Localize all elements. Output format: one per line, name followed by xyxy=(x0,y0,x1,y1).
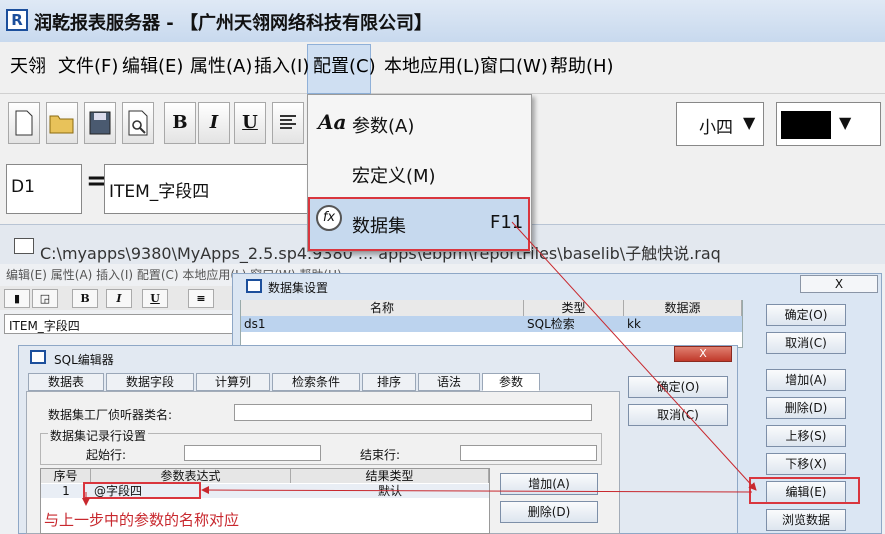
start-row-input[interactable] xyxy=(184,445,321,461)
align-left-icon[interactable] xyxy=(272,102,304,144)
background-formula-input[interactable]: ITEM_字段四 xyxy=(4,314,234,334)
param-type-cell[interactable]: 默认 xyxy=(291,484,489,498)
column-header-source: 数据源 xyxy=(624,300,742,316)
save-icon[interactable] xyxy=(84,102,116,144)
app-logo-icon: R xyxy=(6,9,28,31)
open-folder-icon[interactable] xyxy=(46,102,78,144)
edit-button-highlight xyxy=(749,477,860,504)
font-size-select[interactable]: 小四 ▼ xyxy=(676,102,764,146)
small-underline-button[interactable]: U xyxy=(142,289,168,308)
tab-fields[interactable]: 数据字段 xyxy=(106,373,194,391)
menu-item-macro[interactable]: 宏定义(M) xyxy=(352,162,436,188)
dataset-source-cell[interactable]: kk xyxy=(624,316,742,332)
small-bold-button[interactable]: B xyxy=(72,289,98,308)
delete-dataset-button[interactable]: 删除(D) xyxy=(766,397,846,419)
end-row-label: 结束行: xyxy=(360,448,401,462)
close-icon[interactable]: X xyxy=(800,275,878,293)
tab-sort[interactable]: 排序 xyxy=(362,373,416,391)
delete-param-button[interactable]: 删除(D) xyxy=(500,501,598,523)
add-dataset-button[interactable]: 增加(A) xyxy=(766,369,846,391)
close-icon[interactable]: X xyxy=(674,346,732,362)
column-header-name: 名称 xyxy=(241,300,524,316)
move-up-button[interactable]: 上移(S) xyxy=(766,425,846,447)
small-preview-icon[interactable]: ◲ xyxy=(32,289,58,308)
tab-tables[interactable]: 数据表 xyxy=(28,373,104,391)
menu-config[interactable]: 配置(C) xyxy=(313,52,376,78)
menu-edit[interactable]: 编辑(E) xyxy=(122,52,183,78)
dataset-icon: fx xyxy=(316,205,342,231)
menu-help[interactable]: 帮助(H) xyxy=(550,52,614,78)
italic-button[interactable]: I xyxy=(198,102,230,144)
print-preview-icon[interactable] xyxy=(122,102,154,144)
dialog-logo-icon xyxy=(30,350,46,364)
menu-properties[interactable]: 属性(A) xyxy=(190,52,252,78)
font-size-value: 小四 xyxy=(699,118,733,138)
annotation-note: 与上一步中的参数的名称对应 xyxy=(44,511,240,529)
sql-dialog-title: SQL编辑器 xyxy=(54,353,114,367)
record-settings-label: 数据集记录行设置 xyxy=(48,427,149,444)
param-icon: Aa xyxy=(318,110,347,134)
browse-data-button[interactable]: 浏览数据 xyxy=(766,509,846,531)
column-header-expression: 参数表达式 xyxy=(91,469,291,483)
column-header-type: 类型 xyxy=(524,300,624,316)
menu-local-apps[interactable]: 本地应用(L) xyxy=(384,52,480,78)
end-row-input[interactable] xyxy=(460,445,597,461)
add-param-button[interactable]: 增加(A) xyxy=(500,473,598,495)
sql-ok-button[interactable]: 确定(O) xyxy=(628,376,728,398)
dataset-name-cell[interactable]: ds1 xyxy=(241,316,524,332)
document-icon xyxy=(14,238,34,254)
listener-class-input[interactable] xyxy=(234,404,592,421)
small-italic-button[interactable]: I xyxy=(106,289,132,308)
font-color-select[interactable]: ▼ xyxy=(776,102,881,146)
ok-button[interactable]: 确定(O) xyxy=(766,304,846,326)
menu-insert[interactable]: 插入(I) xyxy=(254,52,309,78)
tab-computed[interactable]: 计算列 xyxy=(196,373,270,391)
underline-button[interactable]: U xyxy=(234,102,266,144)
small-align-icon[interactable]: ≡ xyxy=(188,289,214,308)
dialog-logo-icon xyxy=(246,279,262,293)
param-expression-highlight xyxy=(83,482,201,499)
window-title: 润乾报表服务器 - 【广州天翎网络科技有限公司】 xyxy=(34,13,433,34)
tab-syntax[interactable]: 语法 xyxy=(418,373,480,391)
cell-reference-field[interactable]: D1 xyxy=(6,164,82,214)
chevron-down-icon: ▼ xyxy=(743,113,756,132)
tab-conditions[interactable]: 检索条件 xyxy=(272,373,360,391)
menu-file[interactable]: 文件(F) xyxy=(58,52,118,78)
color-swatch xyxy=(781,111,831,139)
cancel-button[interactable]: 取消(C) xyxy=(766,332,846,354)
formula-input[interactable]: ITEM_字段四 xyxy=(104,164,314,214)
column-header-result-type: 结果类型 xyxy=(291,469,489,483)
menu-item-dataset[interactable]: 数据集 xyxy=(352,212,406,238)
new-file-icon[interactable] xyxy=(8,102,40,144)
dataset-shortcut: F11 xyxy=(490,212,524,233)
dataset-type-cell[interactable]: SQL检索 xyxy=(524,316,624,332)
move-down-button[interactable]: 下移(X) xyxy=(766,453,846,475)
bold-button[interactable]: B xyxy=(164,102,196,144)
tab-params[interactable]: 参数 xyxy=(482,373,540,391)
sql-cancel-button[interactable]: 取消(C) xyxy=(628,404,728,426)
chevron-down-icon: ▼ xyxy=(839,113,852,132)
menu-item-params[interactable]: 参数(A) xyxy=(352,112,414,138)
listener-class-label: 数据集工厂侦听器类名: xyxy=(48,408,173,422)
column-header-index: 序号 xyxy=(41,469,91,483)
menu-window[interactable]: 窗口(W) xyxy=(480,52,548,78)
start-row-label: 起始行: xyxy=(86,448,127,462)
small-save-icon[interactable]: ▮ xyxy=(4,289,30,308)
menu-tianling[interactable]: 天翎 xyxy=(10,52,46,78)
dataset-dialog-title: 数据集设置 xyxy=(268,281,329,295)
